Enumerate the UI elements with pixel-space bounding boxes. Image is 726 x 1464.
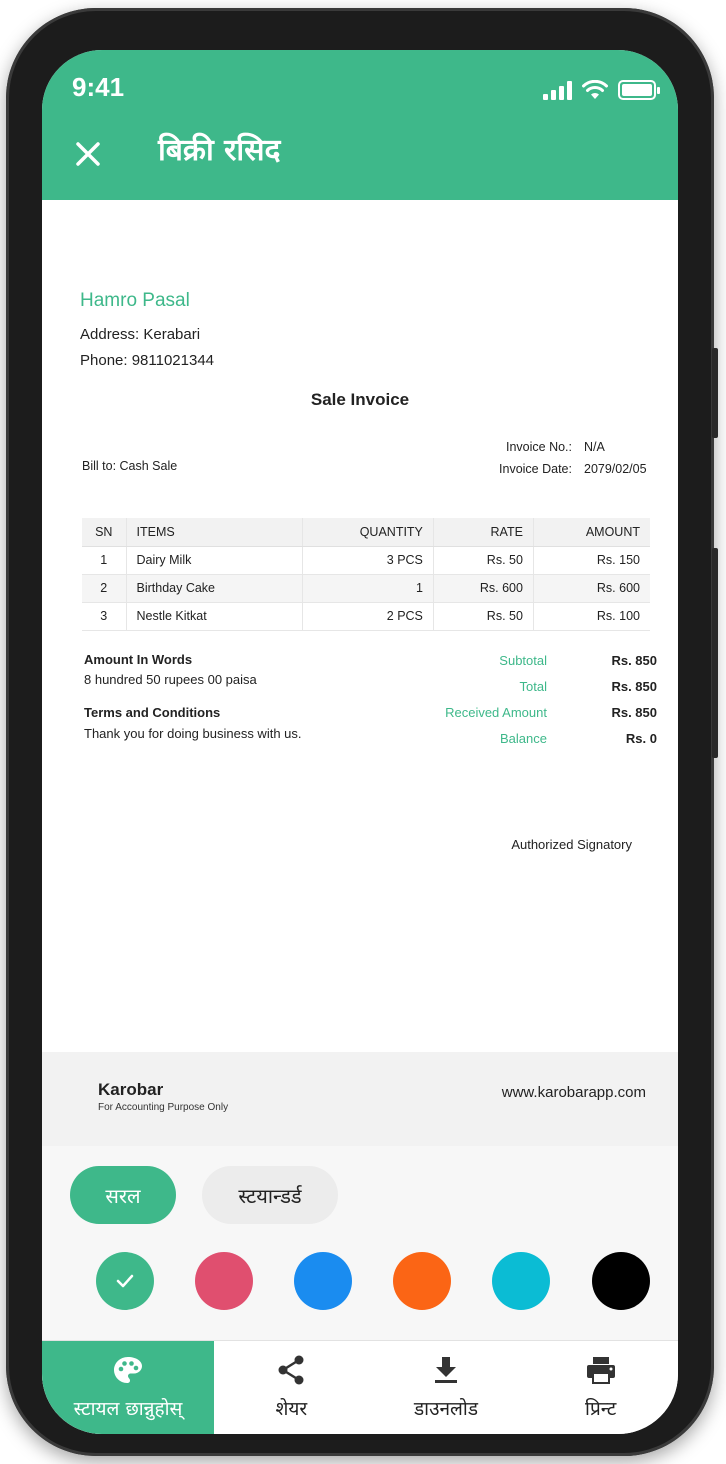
total-value: Rs. 850	[611, 678, 657, 694]
shop-name: Hamro Pasal	[80, 290, 190, 311]
nav-share-button[interactable]: शेयर	[214, 1341, 369, 1434]
column-header: AMOUNT	[532, 518, 650, 547]
color-swatch-cyan[interactable]	[492, 1252, 550, 1310]
color-swatch-blue[interactable]	[294, 1252, 352, 1310]
bottom-nav: स्टायल छान्नुहोस् शेयर डाउनलोड प्रिन्ट	[42, 1340, 678, 1434]
amount-words: 8 hundred 50 rupees 00 paisa	[84, 672, 257, 687]
cell-item: Nestle Kitkat	[125, 602, 302, 631]
nav-download-label: डाउनलोड	[414, 1398, 479, 1420]
table-row: 3 Nestle Kitkat 2 PCS Rs. 50 Rs. 100	[82, 602, 650, 631]
close-icon[interactable]	[70, 136, 106, 172]
nav-style-button[interactable]: स्टायल छान्नुहोस्	[42, 1341, 214, 1434]
received-row: Received Amount Rs. 850	[402, 699, 657, 725]
phone-frame: 9:41 बिक्री रसिद Hamro Pasal Address: Ke…	[6, 8, 718, 1456]
items-table: SN ITEMS QUANTITY RATE AMOUNT 1 Dairy Mi…	[82, 518, 650, 631]
style-standard-button[interactable]: स्टयान्डर्ड	[202, 1166, 338, 1224]
bill-to: Bill to: Cash Sale	[82, 459, 178, 473]
cell-rate: Rs. 50	[432, 602, 534, 631]
battery-icon	[618, 80, 660, 100]
website: www.karobarapp.com	[501, 1084, 646, 1101]
table-row: 2 Birthday Cake 1 Rs. 600 Rs. 600	[82, 574, 650, 603]
column-header: ITEMS	[125, 518, 302, 547]
authorized-signatory: Authorized Signatory	[511, 837, 632, 852]
cell-item: Birthday Cake	[125, 574, 302, 603]
cell-sn: 2	[82, 574, 126, 603]
cell-sn: 3	[82, 602, 126, 631]
subtotal-label: Subtotal	[499, 652, 547, 668]
subtotal-value: Rs. 850	[611, 652, 657, 668]
cell-amount: Rs. 600	[532, 574, 650, 603]
page-title: बिक्री रसिद	[158, 133, 281, 168]
download-icon	[435, 1357, 457, 1383]
column-header: QUANTITY	[301, 518, 434, 547]
nav-download-button[interactable]: डाउनलोड	[369, 1341, 524, 1434]
invoice-no-label: Invoice No.:	[505, 440, 572, 454]
color-swatch-green[interactable]	[96, 1252, 154, 1310]
nav-print-button[interactable]: प्रिन्ट	[523, 1341, 678, 1434]
cell-quantity: 2 PCS	[301, 602, 434, 631]
screen: 9:41 बिक्री रसिद Hamro Pasal Address: Ke…	[42, 50, 678, 1434]
signal-icon	[543, 80, 572, 100]
invoice-date: 2079/02/05	[584, 462, 647, 476]
amount-words-label: Amount In Words	[84, 652, 193, 667]
cell-quantity: 1	[301, 574, 434, 603]
table-row: 1 Dairy Milk 3 PCS Rs. 50 Rs. 150	[82, 546, 650, 575]
nav-print-label: प्रिन्ट	[585, 1398, 617, 1420]
app-header: 9:41 बिक्री रसिद	[42, 50, 678, 200]
cell-amount: Rs. 100	[532, 602, 650, 631]
color-swatches	[96, 1252, 652, 1312]
nav-style-label: स्टायल छान्नुहोस्	[73, 1398, 183, 1420]
received-value: Rs. 850	[611, 704, 657, 720]
invoice-no: N/A	[584, 440, 605, 454]
status-icons	[543, 78, 660, 100]
printer-icon	[586, 1357, 615, 1384]
shop-phone: Phone: 9811021344	[80, 352, 215, 369]
totals: Subtotal Rs. 850 Total Rs. 850 Received …	[402, 647, 657, 751]
color-swatch-pink[interactable]	[195, 1252, 253, 1310]
terms-label: Terms and Conditions	[84, 705, 221, 720]
total-label: Total	[519, 678, 547, 694]
balance-label: Balance	[500, 730, 547, 746]
side-button	[712, 348, 718, 438]
invoice-date-label: Invoice Date:	[499, 462, 572, 476]
status-time: 9:41	[72, 72, 125, 102]
received-label: Received Amount	[445, 704, 547, 720]
share-icon	[278, 1355, 304, 1385]
brand-tagline: For Accounting Purpose Only	[98, 1102, 229, 1113]
cell-rate: Rs. 50	[432, 546, 534, 575]
terms-text: Thank you for doing business with us.	[84, 726, 302, 741]
table-header-row: SN ITEMS QUANTITY RATE AMOUNT	[82, 518, 650, 547]
karobar-logo: Karobar	[98, 1080, 164, 1099]
color-swatch-black[interactable]	[592, 1252, 650, 1310]
invoice-meta: Invoice No.: N/A Invoice Date: 2079/02/0…	[496, 440, 650, 484]
column-header: SN	[82, 518, 126, 547]
invoice-footer: Karobar For Accounting Purpose Only www.…	[42, 1052, 678, 1148]
shop-address: Address: Kerabari	[80, 326, 201, 343]
cell-item: Dairy Milk	[125, 546, 302, 575]
nav-share-label: शेयर	[275, 1398, 308, 1420]
subtotal-row: Subtotal Rs. 850	[402, 647, 657, 673]
column-header: RATE	[432, 518, 534, 547]
cell-quantity: 3 PCS	[301, 546, 434, 575]
wifi-icon	[582, 80, 608, 99]
balance-value: Rs. 0	[625, 730, 657, 746]
style-simple-button[interactable]: सरल	[70, 1166, 176, 1224]
style-panel: सरल स्टयान्डर्ड	[42, 1146, 678, 1341]
side-button	[712, 548, 718, 758]
palette-icon	[114, 1357, 142, 1383]
cell-sn: 1	[82, 546, 126, 575]
invoice-title: Sale Invoice	[310, 390, 410, 409]
color-swatch-orange[interactable]	[393, 1252, 451, 1310]
cell-amount: Rs. 150	[532, 546, 650, 575]
cell-rate: Rs. 600	[432, 574, 534, 603]
invoice-preview: Hamro Pasal Address: Kerabari Phone: 981…	[42, 200, 678, 1148]
balance-row: Balance Rs. 0	[402, 725, 657, 751]
check-icon	[116, 1274, 134, 1288]
total-row: Total Rs. 850	[402, 673, 657, 699]
